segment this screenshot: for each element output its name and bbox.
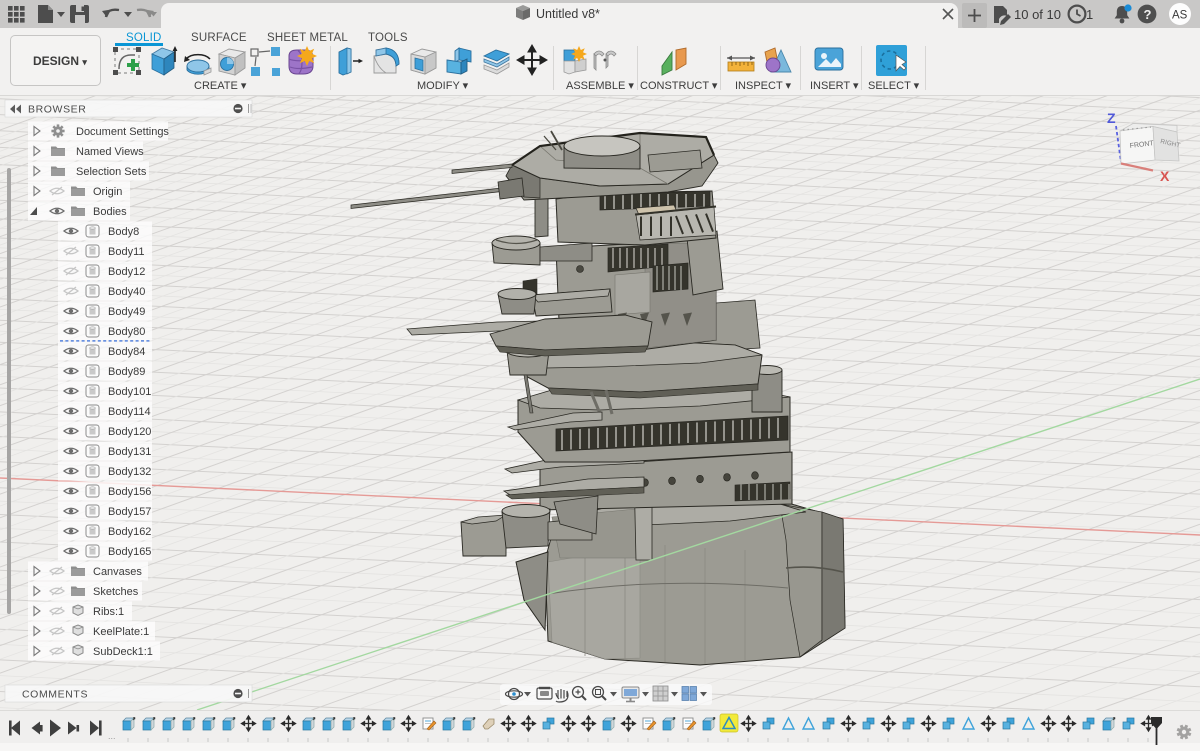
svg-text:...: ... [108, 731, 116, 741]
svg-text:Body8: Body8 [108, 226, 139, 238]
svg-text:Body11: Body11 [108, 246, 145, 258]
svg-text:X: X [1160, 168, 1170, 184]
svg-text:Named Views: Named Views [76, 146, 144, 158]
svg-text:Body131: Body131 [108, 446, 151, 458]
svg-text:Body120: Body120 [108, 426, 151, 438]
svg-text:AS: AS [1172, 10, 1188, 22]
svg-text:Body84: Body84 [108, 346, 145, 358]
svg-text:BROWSER: BROWSER [28, 104, 86, 116]
svg-text:Bodies: Bodies [93, 206, 127, 218]
svg-text:Untitled v8*: Untitled v8* [536, 7, 600, 21]
svg-text:KeelPlate:1: KeelPlate:1 [93, 626, 149, 638]
svg-text:Body132: Body132 [108, 466, 151, 478]
svg-text:Body165: Body165 [108, 546, 151, 558]
svg-text:10 of 10: 10 of 10 [1014, 7, 1061, 22]
svg-text:Body12: Body12 [108, 266, 145, 278]
svg-text:Body80: Body80 [108, 326, 145, 338]
svg-text:Body40: Body40 [108, 286, 145, 298]
svg-text:Body162: Body162 [108, 526, 151, 538]
svg-text:COMMENTS: COMMENTS [22, 689, 88, 701]
svg-text:Sketches: Sketches [93, 586, 139, 598]
svg-text:Selection Sets: Selection Sets [76, 166, 147, 178]
svg-text:Canvases: Canvases [93, 566, 142, 578]
svg-text:Origin: Origin [93, 186, 122, 198]
svg-text:Body114: Body114 [108, 406, 151, 418]
svg-text:1: 1 [1086, 7, 1093, 22]
svg-text:SubDeck1:1: SubDeck1:1 [93, 646, 153, 658]
svg-text:Body157: Body157 [108, 506, 151, 518]
svg-text:Body101: Body101 [108, 386, 151, 398]
svg-text:Z: Z [1107, 110, 1116, 126]
svg-text:Body49: Body49 [108, 306, 145, 318]
svg-text:Document Settings: Document Settings [76, 126, 169, 138]
svg-text:?: ? [1144, 7, 1152, 22]
svg-text:Body89: Body89 [108, 366, 145, 378]
svg-text:Ribs:1: Ribs:1 [93, 606, 124, 618]
svg-text:Body156: Body156 [108, 486, 151, 498]
